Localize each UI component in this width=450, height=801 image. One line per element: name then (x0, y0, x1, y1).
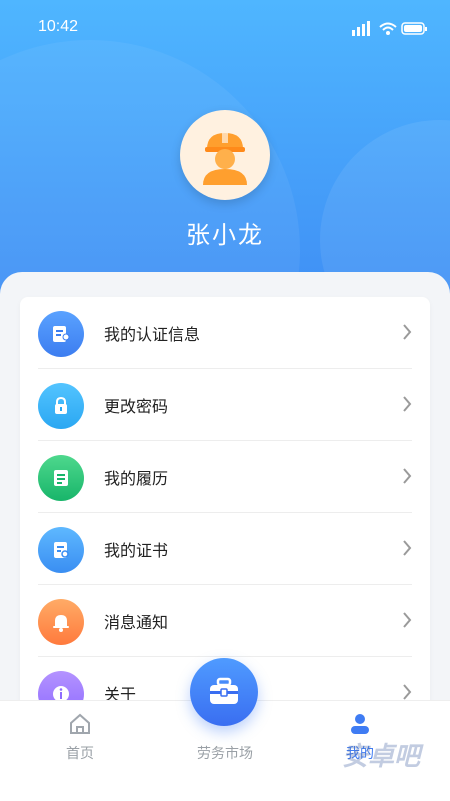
status-time: 10:42 (38, 18, 79, 35)
chevron-right-icon (403, 684, 412, 700)
tab-label: 劳务市场 (197, 746, 253, 762)
bell-icon (38, 599, 84, 645)
avatar[interactable] (180, 110, 270, 200)
chevron-right-icon (403, 612, 412, 628)
menu-item-label: 更改密码 (104, 397, 169, 416)
menu-item-label: 我的履历 (104, 469, 169, 488)
signal-wifi-battery-icon (352, 21, 427, 36)
user-name: 张小龙 (186, 221, 264, 249)
chevron-right-icon (403, 468, 412, 484)
menu-item-label: 我的认证信息 (104, 325, 201, 344)
menu-item-label: 我的证书 (104, 541, 169, 560)
labor-market-button[interactable] (190, 658, 258, 726)
status-bar: 10:42 (0, 0, 450, 56)
menu-item-change-password[interactable]: 更改密码 (20, 369, 430, 441)
watermark: 安卓吧 (341, 742, 420, 772)
menu-item-certification[interactable]: 我的认证信息 (20, 297, 430, 369)
chevron-right-icon (403, 396, 412, 412)
toolbox-icon (210, 677, 238, 704)
tab-label: 首页 (66, 746, 94, 762)
certificate-icon (38, 527, 84, 573)
home-icon (70, 713, 90, 734)
chevron-right-icon (403, 540, 412, 556)
menu-item-certificate[interactable]: 我的证书 (20, 513, 430, 585)
person-icon (351, 714, 369, 734)
document-icon (38, 455, 84, 501)
id-card-icon (38, 311, 84, 357)
worker-helmet-icon (203, 133, 247, 185)
menu-item-resume[interactable]: 我的履历 (20, 441, 430, 513)
tab-home[interactable]: 首页 (30, 701, 130, 801)
lock-icon (38, 383, 84, 429)
menu-item-label: 消息通知 (104, 613, 169, 632)
menu-item-notifications[interactable]: 消息通知 (20, 585, 430, 657)
status-icons (350, 18, 430, 38)
chevron-right-icon (403, 324, 412, 340)
